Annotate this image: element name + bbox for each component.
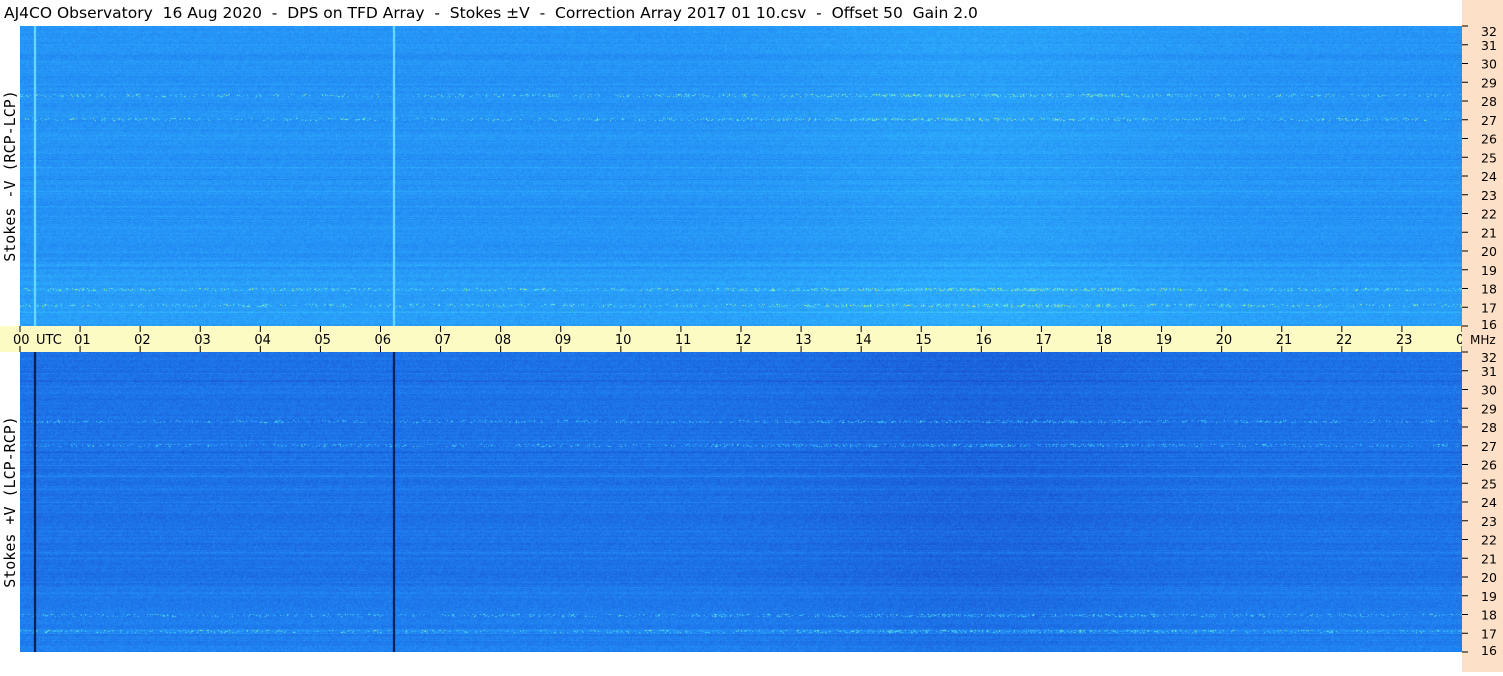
utc-tick-label: 22 [1336,333,1353,348]
mhz-tick-label: 16 [1481,317,1497,332]
stokes-minus-v-spectrogram [20,26,1462,326]
utc-tick-label: 02 [134,333,151,348]
utc-axis-svg: 00 01 02 03 04 05 06 07 08 09 10 11 12 13 14 15 16 17 18 19… [13,326,1473,352]
mhz-tick-label: 22 [1481,533,1497,548]
utc-tick-label: 14 [855,333,872,348]
chart-title: AJ4CO Observatory 16 Aug 2020 - DPS on T… [4,4,978,22]
mhz-tick-label: 24 [1481,495,1497,510]
mhz-tick-label: 27 [1481,113,1497,128]
mhz-tick-label: 32 [1481,350,1497,365]
mhz-tick-label: 30 [1481,383,1497,398]
bottom-panel-ylabel: Stokes +V (LCP-RCP) [1,416,19,588]
utc-tick-label: 19 [1156,333,1173,348]
utc-tick-label: 10 [615,333,632,348]
mhz-tick-label: 17 [1481,626,1497,641]
utc-tick-label: 12 [735,333,752,348]
utc-tick-label: 06 [375,333,392,348]
mhz-tick-label: 28 [1481,420,1497,435]
top-ylabel-strip: Stokes -V (RCP-LCP) [0,26,20,326]
utc-tick-label: 17 [1035,333,1052,348]
mhz-axis-svg: MHz1617181920212223242526272829303132161… [1462,24,1497,658]
mhz-tick-label: 29 [1481,401,1497,416]
bottom-ylabel-strip: Stokes +V (LCP-RCP) [0,352,20,652]
utc-tick-label: 15 [915,333,932,348]
mhz-tick-label: 17 [1481,300,1497,315]
utc-tick-label: 04 [254,333,271,348]
mhz-tick-label: 18 [1481,608,1497,623]
mhz-tick-label: 19 [1481,589,1497,604]
utc-tick-label: 21 [1276,333,1293,348]
mhz-tick-label: 29 [1481,75,1497,90]
utc-tick-label: 03 [194,333,211,348]
mhz-tick-label: 27 [1481,439,1497,454]
mhz-tick-label: 16 [1481,643,1497,658]
mhz-tick-label: 21 [1481,551,1497,566]
utc-tick-label: 08 [495,333,512,348]
mhz-tick-label: 31 [1481,38,1497,53]
mhz-tick-label: 25 [1481,476,1497,491]
mhz-tick-label: 21 [1481,225,1497,240]
utc-time-axis: 00 01 02 03 04 05 06 07 08 09 10 11 12 13 14 15 16 17 18 19… [0,326,1473,352]
mhz-tick-label: 18 [1481,282,1497,297]
utc-tick-label: 00 [13,333,30,348]
mhz-tick-label: 26 [1481,458,1497,473]
utc-tick-label: 05 [314,333,331,348]
mhz-tick-label: 19 [1481,263,1497,278]
mhz-tick-label: 31 [1481,364,1497,379]
mhz-axis-strip: MHz 16 17 18 19 20 21 22 23 24 25 26 27 28 29 30 31 32 16 1… [1462,0,1503,672]
utc-tick-label: 20 [1216,333,1233,348]
mhz-tick-label: 30 [1481,57,1497,72]
mhz-tick-label: 25 [1481,150,1497,165]
utc-tick-label: 13 [795,333,812,348]
mhz-tick-label: 22 [1481,207,1497,222]
utc-tick-label: 18 [1096,333,1113,348]
mhz-tick-label: 24 [1481,169,1497,184]
mhz-tick-label: 20 [1481,570,1497,585]
spectrogram-window: AJ4CO Observatory 16 Aug 2020 - DPS on T… [0,0,1503,672]
bottom-heatmap-canvas [20,352,1462,652]
mhz-tick-label: 26 [1481,132,1497,147]
top-heatmap-canvas [20,26,1462,326]
mhz-tick-label: 20 [1481,244,1497,259]
mhz-tick-label: 32 [1481,24,1497,39]
mhz-tick-label: 23 [1481,514,1497,529]
mhz-unit-label: MHz [1470,333,1496,347]
utc-unit-label: UTC [36,333,62,348]
utc-tick-label: 07 [435,333,452,348]
utc-tick-label: 01 [74,333,91,348]
stokes-plus-v-spectrogram [20,352,1462,652]
mhz-tick-label: 28 [1481,94,1497,109]
utc-tick-label: 23 [1396,333,1413,348]
utc-tick-label: 16 [975,333,992,348]
mhz-tick-label: 23 [1481,188,1497,203]
top-panel-ylabel: Stokes -V (RCP-LCP) [1,90,19,262]
utc-tick-label: 11 [675,333,692,348]
utc-tick-label: 09 [555,333,572,348]
